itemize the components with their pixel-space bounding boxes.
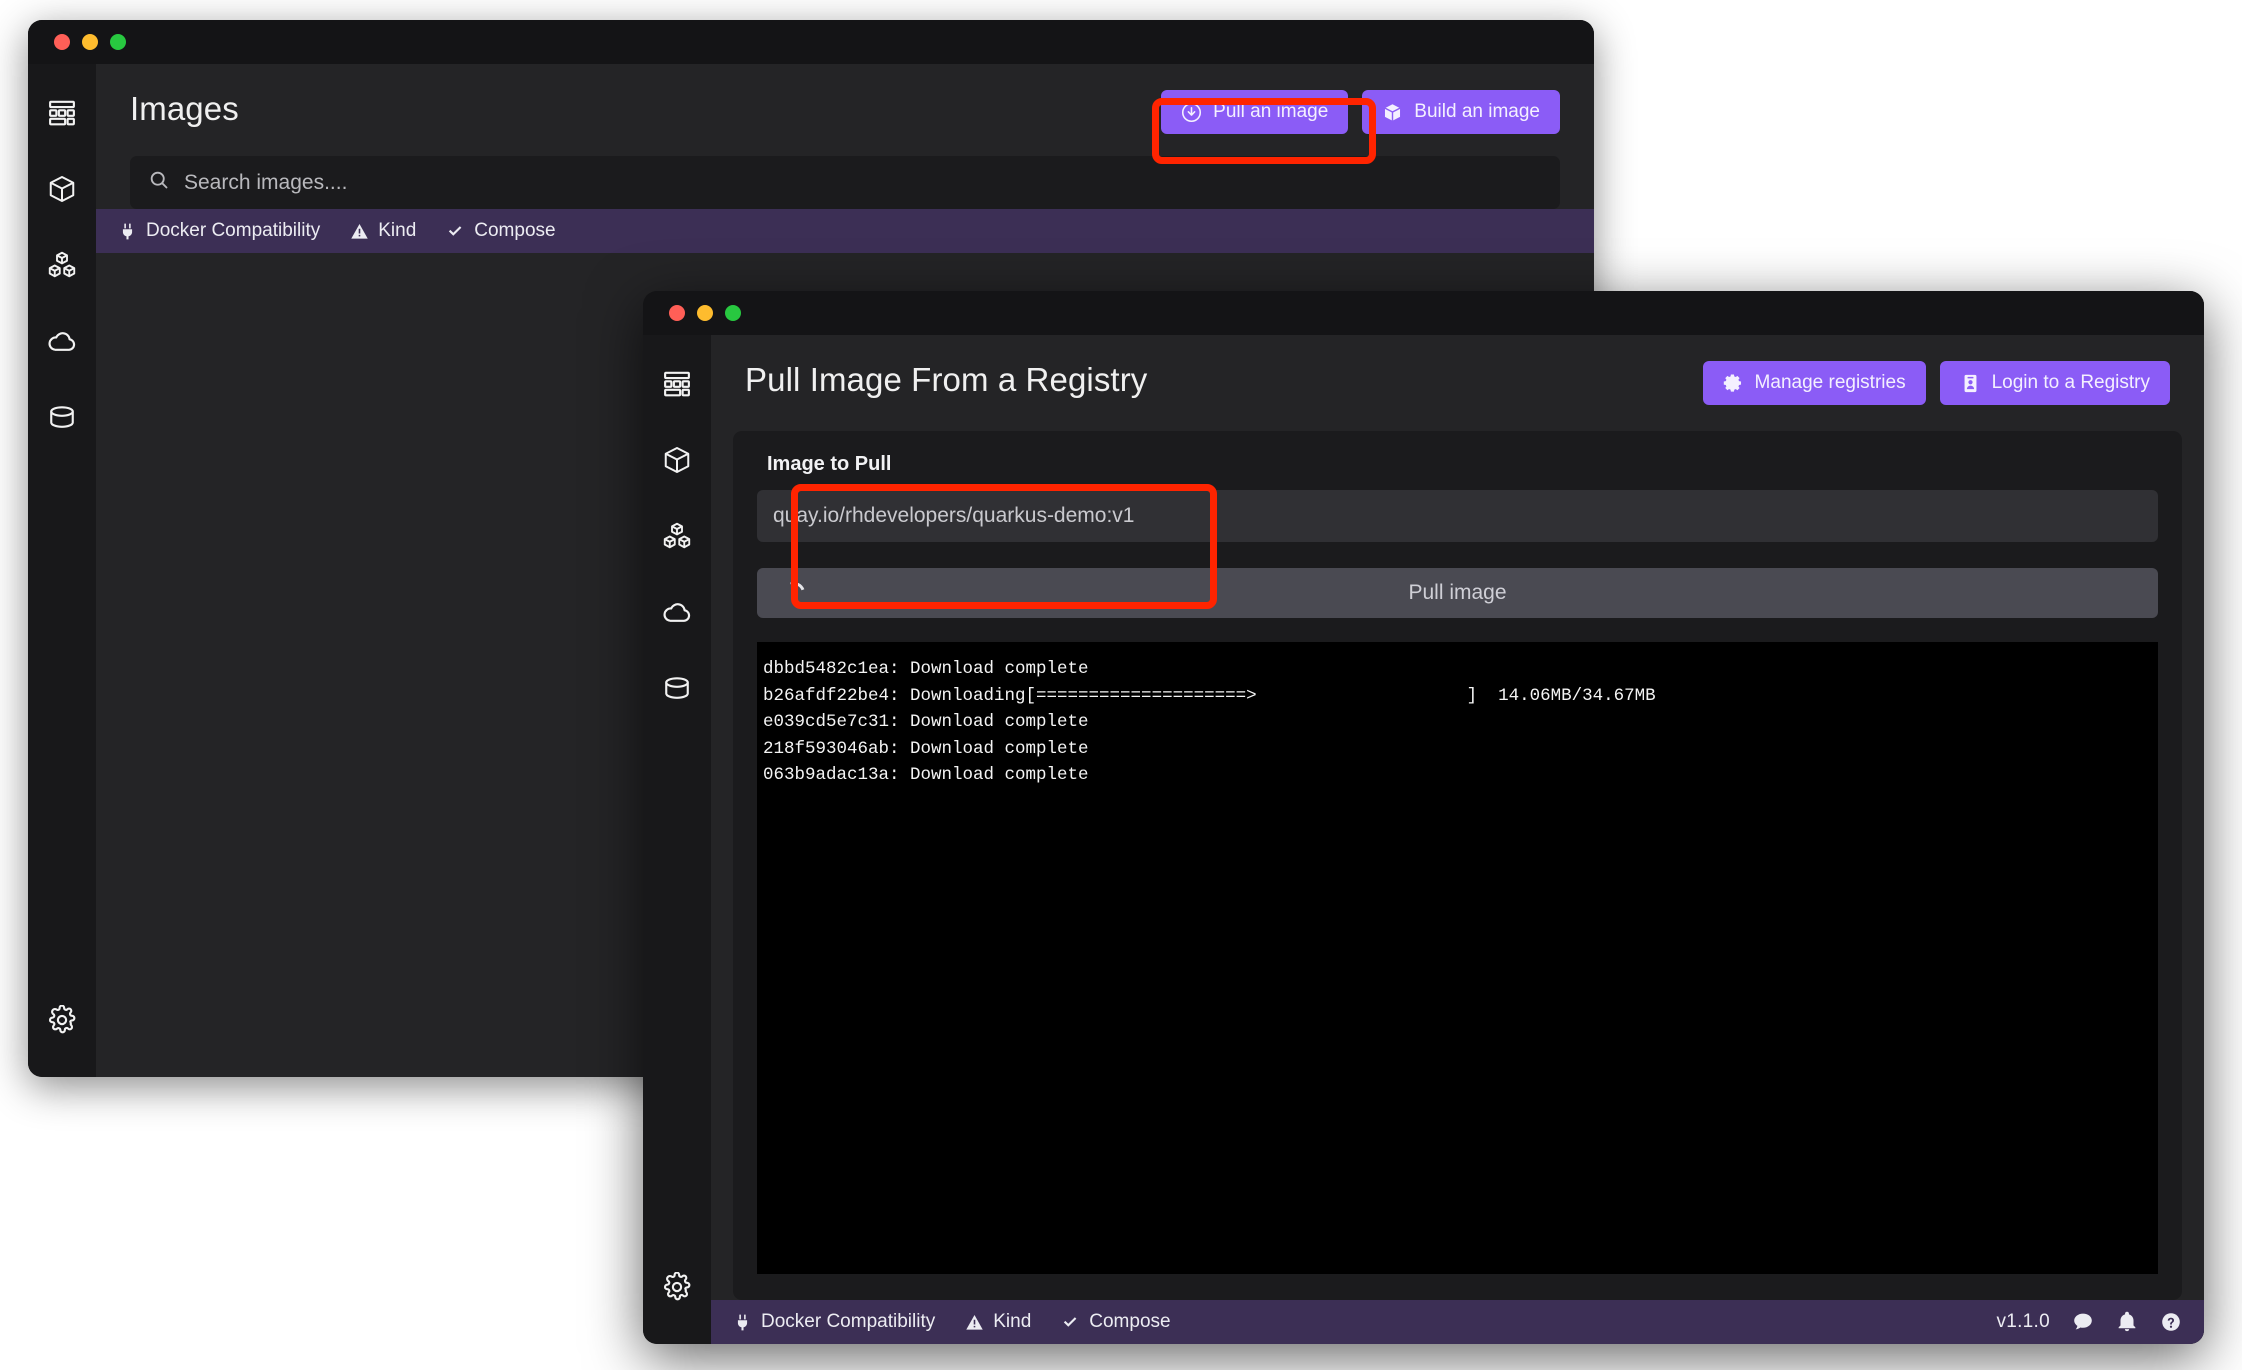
- login-to-registry-label: Login to a Registry: [1991, 372, 2150, 393]
- pull-image-button[interactable]: Pull image: [757, 568, 2158, 618]
- status-kind[interactable]: Kind: [965, 1311, 1031, 1333]
- database-icon: [47, 402, 77, 432]
- pull-image-panel: Image to Pull quay.io/rhdevelopers/quark…: [733, 431, 2182, 1300]
- page-header: Pull Image From a Registry Manage regist…: [711, 335, 2204, 405]
- pull-image-label: Pull image: [1408, 581, 1507, 604]
- sidebar-item-pods[interactable]: [35, 238, 89, 292]
- download-circle-icon: [1181, 102, 1202, 123]
- terminal-line: 063b9adac13a: Download complete: [763, 765, 1089, 786]
- header-actions: Manage registries Login to a Registry: [1702, 361, 2170, 405]
- sidebar: [643, 335, 711, 1344]
- image-to-pull-label: Image to Pull: [767, 453, 892, 475]
- sidebar-item-settings[interactable]: [650, 1260, 704, 1314]
- status-docker-compatibility[interactable]: Docker Compatibility: [118, 220, 320, 242]
- pull-an-image-button[interactable]: Pull an image: [1161, 90, 1349, 134]
- check-icon: [1061, 1313, 1080, 1332]
- app-version: v1.1.0: [1996, 1311, 2050, 1332]
- screenshot-root: Images Pull an image Build an image Sear…: [0, 0, 2242, 1370]
- pods-icon: [662, 521, 692, 551]
- database-icon: [662, 673, 692, 703]
- cloud-icon: [662, 597, 692, 627]
- window-titlebar: [28, 20, 1594, 64]
- cloud-icon: [47, 326, 77, 356]
- status-label: Compose: [474, 220, 556, 241]
- sidebar-item-images[interactable]: [35, 314, 89, 368]
- sidebar-item-pods[interactable]: [650, 509, 704, 563]
- gear-icon: [47, 1005, 77, 1035]
- gear-icon: [662, 1272, 692, 1302]
- help-icon[interactable]: [2160, 1311, 2182, 1333]
- image-to-pull-input[interactable]: quay.io/rhdevelopers/quarkus-demo:v1: [757, 490, 2158, 542]
- check-icon: [446, 222, 465, 241]
- pull-log-terminal: dbbd5482c1ea: Download complete b26afdf2…: [757, 642, 2158, 1274]
- terminal-line: dbbd5482c1ea: Download complete: [763, 659, 1089, 679]
- sidebar-item-settings[interactable]: [35, 993, 89, 1047]
- minimize-window-button[interactable]: [82, 34, 98, 50]
- sidebar-item-volumes[interactable]: [650, 661, 704, 715]
- window-body: Pull Image From a Registry Manage regist…: [643, 335, 2204, 1344]
- status-label: Kind: [378, 220, 417, 241]
- dashboard-icon: [662, 369, 692, 399]
- close-window-button[interactable]: [669, 305, 685, 321]
- id-card-icon: [1960, 373, 1981, 394]
- warning-icon: [965, 1313, 984, 1332]
- status-label: Kind: [993, 1311, 1032, 1332]
- terminal-line: 218f593046ab: Download complete: [763, 738, 1089, 759]
- sidebar-item-dashboard[interactable]: [35, 86, 89, 140]
- build-an-image-label: Build an image: [1414, 101, 1540, 122]
- status-bar: Docker Compatibility Kind Compose: [711, 1300, 2204, 1344]
- chat-icon[interactable]: [2072, 1311, 2094, 1333]
- login-to-registry-button[interactable]: Login to a Registry: [1939, 361, 2170, 405]
- status-label: Docker Compatibility: [146, 220, 321, 241]
- close-window-button[interactable]: [54, 34, 70, 50]
- search-icon: [148, 169, 170, 196]
- status-compose[interactable]: Compose: [1061, 1311, 1171, 1333]
- image-to-pull-group: Image to Pull quay.io/rhdevelopers/quark…: [757, 453, 2158, 542]
- terminal-line: e039cd5e7c31: Download complete: [763, 712, 1089, 733]
- status-label: Compose: [1089, 1311, 1171, 1332]
- page-title: Images: [130, 90, 239, 127]
- pull-image-window[interactable]: Pull Image From a Registry Manage regist…: [643, 291, 2204, 1344]
- status-docker-compatibility[interactable]: Docker Compatibility: [733, 1311, 935, 1333]
- maximize-window-button[interactable]: [725, 305, 741, 321]
- sidebar-item-dashboard[interactable]: [650, 357, 704, 411]
- pods-icon: [47, 250, 77, 280]
- statusbar-right: v1.1.0: [1996, 1311, 2182, 1333]
- window-titlebar: [643, 291, 2204, 335]
- cube-icon: [1382, 102, 1403, 123]
- terminal-line: b26afdf22be4: Downloading[==============…: [763, 685, 1656, 706]
- plug-icon: [118, 222, 137, 241]
- dashboard-icon: [47, 98, 77, 128]
- status-kind[interactable]: Kind: [350, 220, 416, 242]
- minimize-window-button[interactable]: [697, 305, 713, 321]
- pull-an-image-label: Pull an image: [1213, 101, 1329, 122]
- maximize-window-button[interactable]: [110, 34, 126, 50]
- page-header: Images Pull an image Build an image: [96, 64, 1594, 134]
- image-to-pull-value: quay.io/rhdevelopers/quarkus-demo:v1: [773, 504, 1135, 527]
- warning-icon: [350, 222, 369, 241]
- header-actions: Pull an image Build an image: [1161, 90, 1560, 134]
- cube-icon: [662, 445, 692, 475]
- bell-icon[interactable]: [2116, 1311, 2138, 1333]
- pull-image-content: Pull Image From a Registry Manage regist…: [711, 335, 2204, 1344]
- status-label: Docker Compatibility: [761, 1311, 936, 1332]
- manage-registries-button[interactable]: Manage registries: [1702, 361, 1926, 405]
- plug-icon: [733, 1313, 752, 1332]
- gear-icon: [1723, 373, 1744, 394]
- search-images-field[interactable]: Search images....: [130, 156, 1560, 209]
- loading-spinner-icon: [779, 578, 809, 608]
- sidebar-item-volumes[interactable]: [35, 390, 89, 444]
- sidebar-item-images[interactable]: [650, 585, 704, 639]
- page-title: Pull Image From a Registry: [745, 361, 1148, 398]
- sidebar-item-containers[interactable]: [650, 433, 704, 487]
- sidebar-item-containers[interactable]: [35, 162, 89, 216]
- cube-icon: [47, 174, 77, 204]
- manage-registries-label: Manage registries: [1754, 372, 1906, 393]
- status-bar: Docker Compatibility Kind Compose: [96, 209, 1594, 253]
- sidebar: [28, 64, 96, 1077]
- build-an-image-button[interactable]: Build an image: [1362, 90, 1560, 134]
- search-input-placeholder: Search images....: [184, 170, 348, 194]
- status-compose[interactable]: Compose: [446, 220, 556, 242]
